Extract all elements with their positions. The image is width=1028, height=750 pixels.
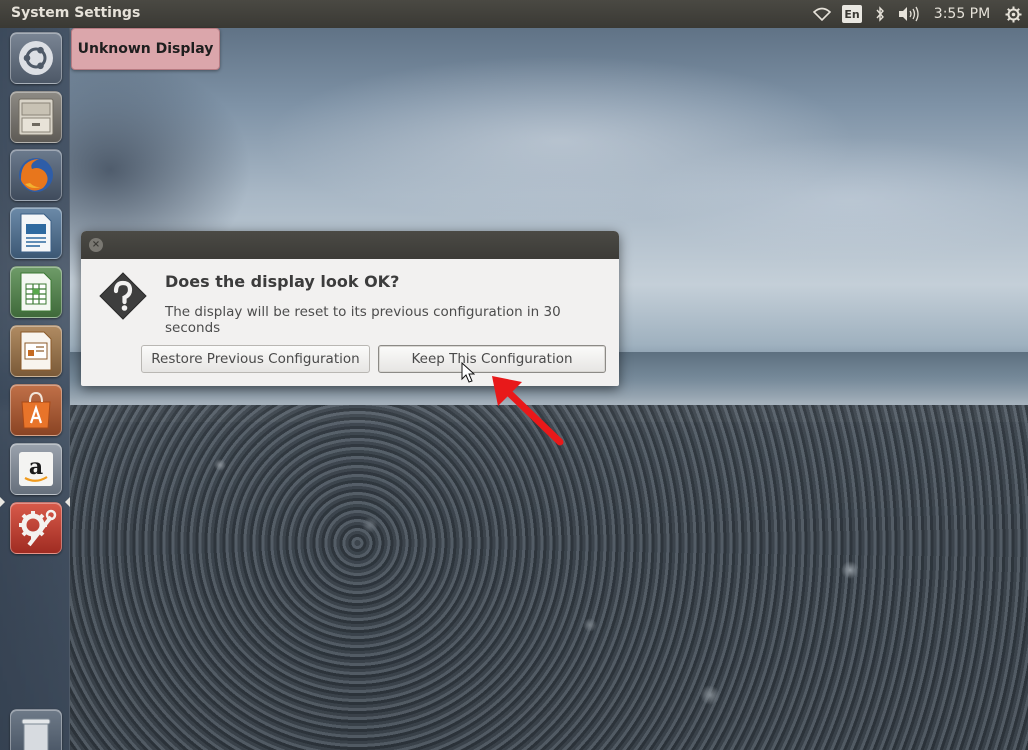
wallpaper-pebble-shore: [70, 405, 1028, 750]
bluetooth-icon[interactable]: [868, 0, 892, 28]
keyboard-layout-indicator[interactable]: En: [842, 5, 862, 23]
launcher-trash[interactable]: [10, 709, 62, 750]
launcher-files[interactable]: [10, 91, 62, 143]
restore-previous-configuration-button[interactable]: Restore Previous Configuration: [141, 345, 370, 373]
wifi-icon[interactable]: [802, 0, 842, 28]
top-panel: System Settings En 3:55 PM: [0, 0, 1028, 28]
shopping-bag-icon: [21, 391, 51, 429]
amazon-logo-icon: a: [19, 452, 53, 486]
impress-presentation-icon: [20, 331, 52, 371]
launcher: a: [0, 28, 70, 750]
trash-icon: [21, 718, 51, 750]
indicator-area: En 3:55 PM: [802, 0, 1028, 28]
svg-text:a: a: [29, 454, 43, 480]
launcher-system-settings[interactable]: [10, 502, 62, 554]
launcher-dash-home[interactable]: [10, 32, 62, 84]
annotation-arrow-icon: [492, 376, 564, 446]
question-icon: [99, 272, 147, 320]
ubuntu-logo-icon: [19, 41, 53, 75]
unknown-display-label: Unknown Display: [71, 28, 220, 70]
launcher-libreoffice-calc[interactable]: [10, 266, 62, 318]
launcher-firefox[interactable]: [10, 149, 62, 201]
launcher-amazon[interactable]: a: [10, 443, 62, 495]
dialog-heading: Does the display look OK?: [165, 272, 400, 291]
file-cabinet-icon: [18, 98, 54, 136]
writer-document-icon: [20, 213, 52, 253]
keep-this-configuration-button[interactable]: Keep This Configuration: [378, 345, 606, 373]
display-confirm-dialog: × Does the display look OK? The display …: [81, 231, 619, 386]
launcher-libreoffice-writer[interactable]: [10, 207, 62, 259]
dialog-titlebar[interactable]: ×: [81, 231, 619, 259]
mouse-cursor-icon: [461, 362, 475, 383]
settings-tools-icon: [19, 509, 57, 547]
clock[interactable]: 3:55 PM: [926, 0, 998, 28]
volume-icon[interactable]: [892, 0, 926, 28]
launcher-running-indicator: [0, 497, 5, 507]
calc-spreadsheet-icon: [20, 272, 52, 312]
launcher-software-center[interactable]: [10, 384, 62, 436]
launcher-focus-indicator: [65, 497, 70, 507]
close-icon[interactable]: ×: [89, 238, 103, 252]
session-gear-icon[interactable]: [998, 0, 1028, 28]
dialog-message: The display will be reset to its previou…: [165, 304, 561, 336]
firefox-icon: [19, 158, 53, 192]
launcher-libreoffice-impress[interactable]: [10, 325, 62, 377]
app-title: System Settings: [11, 5, 141, 21]
